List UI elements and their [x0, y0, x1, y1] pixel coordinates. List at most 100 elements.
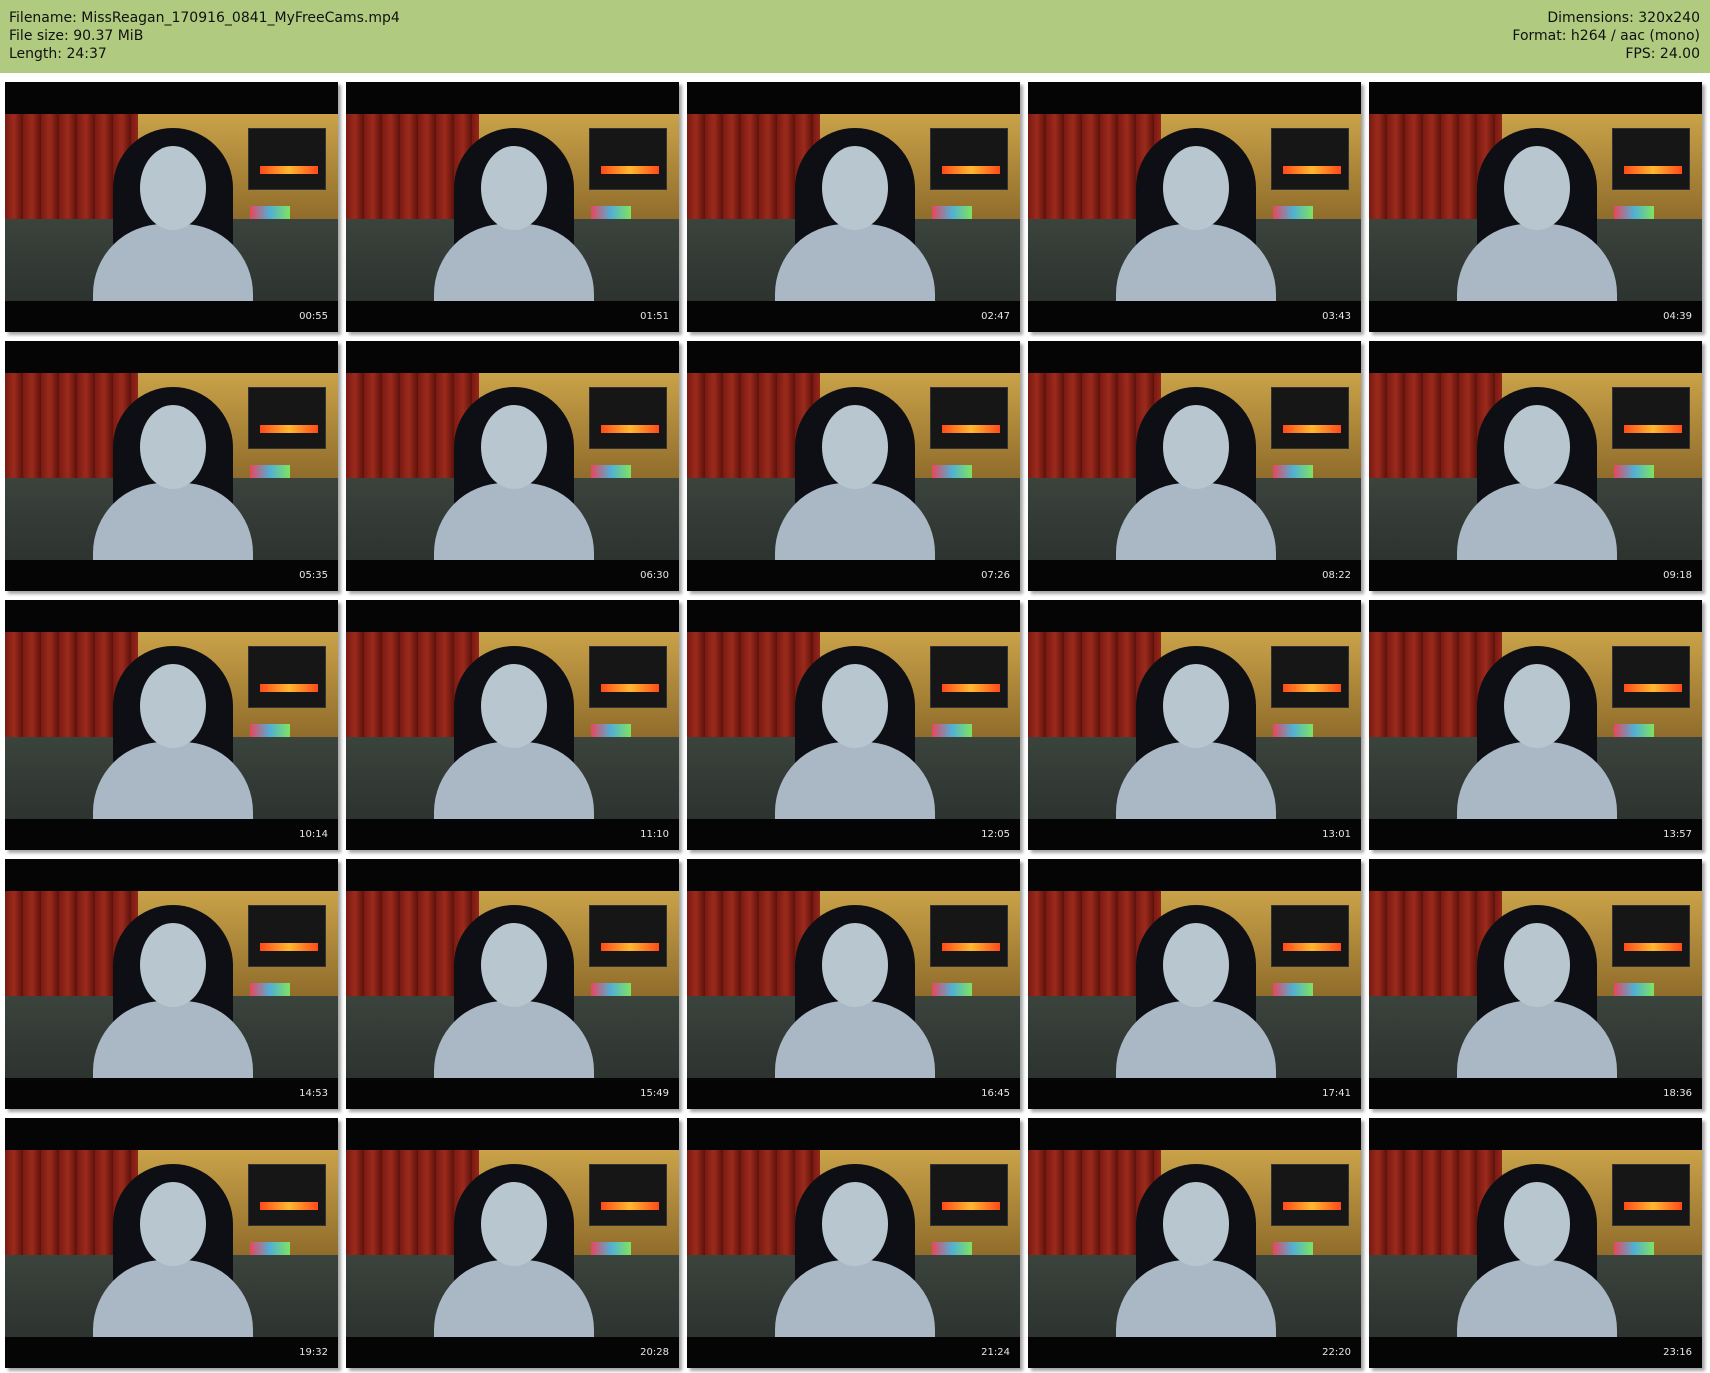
- thumbnail[interactable]: 13:57: [1369, 600, 1702, 850]
- lights-image: [1614, 465, 1654, 479]
- fireplace-image: [1624, 684, 1682, 692]
- face-shape: [481, 405, 547, 489]
- person-image: [1116, 905, 1276, 1078]
- thumbnail[interactable]: 02:47: [687, 82, 1020, 332]
- length-text: Length: 24:37: [9, 46, 107, 62]
- person-image: [775, 905, 935, 1078]
- fireplace-image: [601, 1202, 659, 1210]
- timestamp-label: 09:18: [1663, 570, 1692, 581]
- fireplace-image: [260, 166, 318, 174]
- face-shape: [1504, 146, 1570, 230]
- thumbnail[interactable]: 19:32: [5, 1118, 338, 1368]
- person-image: [1116, 646, 1276, 819]
- video-frame: [1028, 632, 1361, 819]
- fireplace-image: [942, 166, 1000, 174]
- tv-image: [1271, 1164, 1349, 1226]
- thumbnail[interactable]: 04:39: [1369, 82, 1702, 332]
- video-frame: [346, 114, 679, 301]
- thumbnail[interactable]: 09:18: [1369, 341, 1702, 591]
- video-frame: [1028, 373, 1361, 560]
- thumbnail[interactable]: 00:55: [5, 82, 338, 332]
- tv-image: [930, 128, 1008, 190]
- thumbnail[interactable]: 22:20: [1028, 1118, 1361, 1368]
- lights-image: [1614, 724, 1654, 738]
- lights-image: [591, 983, 631, 997]
- timestamp-label: 08:22: [1322, 570, 1351, 581]
- person-image: [1457, 387, 1617, 560]
- person-image: [93, 128, 253, 301]
- lights-image: [250, 206, 290, 220]
- face-shape: [140, 664, 206, 748]
- lights-image: [1273, 983, 1313, 997]
- timestamp-label: 14:53: [299, 1088, 328, 1099]
- video-frame: [1369, 114, 1702, 301]
- face-shape: [1504, 664, 1570, 748]
- tv-image: [1271, 905, 1349, 967]
- thumbnail[interactable]: 17:41: [1028, 859, 1361, 1109]
- thumbnail[interactable]: 16:45: [687, 859, 1020, 1109]
- thumbnail[interactable]: 20:28: [346, 1118, 679, 1368]
- tv-image: [930, 387, 1008, 449]
- fireplace-image: [1624, 1202, 1682, 1210]
- face-shape: [1163, 146, 1229, 230]
- lights-image: [1614, 1242, 1654, 1256]
- lights-image: [250, 465, 290, 479]
- thumbnail[interactable]: 18:36: [1369, 859, 1702, 1109]
- face-shape: [1163, 405, 1229, 489]
- person-image: [93, 905, 253, 1078]
- thumbnail[interactable]: 21:24: [687, 1118, 1020, 1368]
- timestamp-label: 12:05: [981, 829, 1010, 840]
- tv-image: [1612, 905, 1690, 967]
- thumbnail[interactable]: 10:14: [5, 600, 338, 850]
- face-shape: [140, 1182, 206, 1266]
- person-image: [1457, 905, 1617, 1078]
- thumbnail[interactable]: 15:49: [346, 859, 679, 1109]
- person-image: [434, 1164, 594, 1337]
- face-shape: [140, 923, 206, 1007]
- person-image: [1116, 1164, 1276, 1337]
- face-shape: [822, 1182, 888, 1266]
- lights-image: [591, 206, 631, 220]
- face-shape: [1163, 1182, 1229, 1266]
- tv-image: [1612, 646, 1690, 708]
- face-shape: [140, 405, 206, 489]
- video-frame: [1369, 1150, 1702, 1337]
- timestamp-label: 07:26: [981, 570, 1010, 581]
- video-frame: [5, 373, 338, 560]
- tv-image: [589, 128, 667, 190]
- timestamp-label: 13:01: [1322, 829, 1351, 840]
- lights-image: [1273, 465, 1313, 479]
- thumbnail[interactable]: 23:16: [1369, 1118, 1702, 1368]
- file-info: Filename: MissReagan_170916_0841_MyFreeC…: [9, 9, 400, 63]
- face-shape: [481, 923, 547, 1007]
- person-image: [1457, 128, 1617, 301]
- thumbnail[interactable]: 07:26: [687, 341, 1020, 591]
- thumbnail[interactable]: 13:01: [1028, 600, 1361, 850]
- thumbnail[interactable]: 11:10: [346, 600, 679, 850]
- fireplace-image: [1624, 425, 1682, 433]
- video-frame: [1369, 373, 1702, 560]
- fireplace-image: [1624, 943, 1682, 951]
- face-shape: [481, 1182, 547, 1266]
- video-frame: [5, 114, 338, 301]
- person-image: [1457, 1164, 1617, 1337]
- lights-image: [250, 983, 290, 997]
- person-image: [775, 1164, 935, 1337]
- thumbnail[interactable]: 08:22: [1028, 341, 1361, 591]
- fireplace-image: [601, 684, 659, 692]
- person-image: [1116, 387, 1276, 560]
- tv-image: [248, 128, 326, 190]
- thumbnail[interactable]: 12:05: [687, 600, 1020, 850]
- tv-image: [1612, 128, 1690, 190]
- thumbnail[interactable]: 05:35: [5, 341, 338, 591]
- fireplace-image: [1283, 166, 1341, 174]
- face-shape: [822, 664, 888, 748]
- timestamp-label: 11:10: [640, 829, 669, 840]
- thumbnail[interactable]: 14:53: [5, 859, 338, 1109]
- thumbnail[interactable]: 06:30: [346, 341, 679, 591]
- filesize-text: File size: 90.37 MiB: [9, 28, 144, 44]
- face-shape: [1504, 923, 1570, 1007]
- video-frame: [346, 891, 679, 1078]
- thumbnail[interactable]: 03:43: [1028, 82, 1361, 332]
- thumbnail[interactable]: 01:51: [346, 82, 679, 332]
